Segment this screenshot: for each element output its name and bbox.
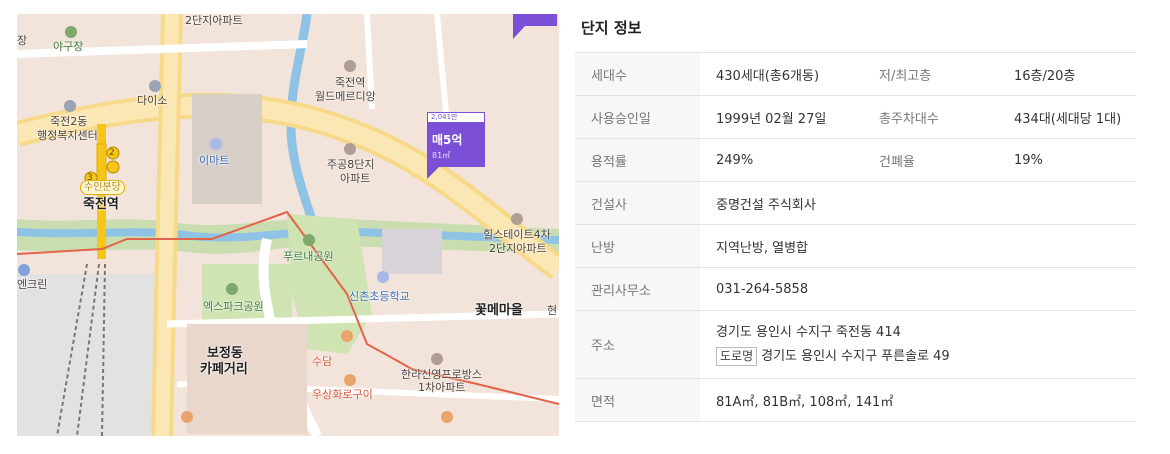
row-value-management-phone[interactable]: 031-264-5858: [700, 267, 1136, 311]
map-label-jugong8-2: 아파트: [340, 172, 371, 185]
map-label-halla-provence: 한라신영프로방스: [401, 368, 482, 381]
row-value-households: 430세대(총6개동): [700, 52, 863, 96]
map-label-hillstate-2: 2단지아파트: [489, 242, 547, 255]
map-label-baseball-field: 야구장: [53, 40, 84, 53]
map-label-jukjeon-station: 죽전역: [83, 197, 119, 212]
map-label-cafe-street: 카페거리: [200, 362, 248, 377]
map-label-expark-park: 엑스파크공원: [203, 300, 264, 313]
pin-tail: [427, 167, 439, 179]
map-label-place: 장: [17, 34, 28, 47]
table-row: 난방 지역난방, 열병합: [575, 224, 1136, 268]
map-label-halla-provence-2: 1차아파트: [418, 381, 466, 394]
complex-info-table: 세대수 430세대(총6개동) 저/최고층 16층/20층 사용승인일 1999…: [575, 52, 1136, 422]
map-label-daiso: 다이소: [137, 94, 168, 107]
listing-price-pin[interactable]: 2,041만 매5억 81㎡: [427, 112, 485, 179]
station-exit-3-label: 3: [87, 173, 93, 183]
map-label-sinchon-school: 신촌초등학교: [349, 290, 410, 303]
row-label-area: 면적: [575, 378, 700, 422]
map-label-hillstate: 힐스테이트4차: [483, 228, 551, 241]
row-value-approval-date: 1999년 02월 27일: [700, 95, 863, 139]
map-label-community-center-2: 행정복지센터: [37, 129, 98, 142]
table-row: 세대수 430세대(총6개동) 저/최고층 16층/20층: [575, 52, 1136, 96]
map-label-pureunae-park: 푸르내공원: [283, 250, 334, 263]
map-label-jugong8: 주공8단지: [327, 158, 375, 171]
row-value-heating: 지역난방, 열병합: [700, 224, 1136, 268]
map-label-usang-bbq: 우상화로구이: [312, 388, 373, 401]
row-label-heating: 난방: [575, 224, 700, 268]
row-value-floor-area-ratio: 249%: [700, 138, 863, 182]
map-label-kkotme-village: 꽃메마을: [475, 303, 523, 318]
row-label-address: 주소: [575, 310, 700, 379]
row-value-coverage-ratio: 19%: [998, 138, 1136, 182]
row-value-builder: 중명건설 주식회사: [700, 181, 1136, 225]
row-value-parking: 434대(세대당 1대): [998, 95, 1136, 139]
map-label-bojeong-dong: 보정동: [207, 346, 243, 361]
table-row: 관리사무소 031-264-5858: [575, 267, 1136, 311]
map-label-cutoff: 현: [547, 304, 558, 317]
complex-info-panel: 단지 정보 세대수 430세대(총6개동) 저/최고층 16층/20층 사용승인…: [573, 10, 1136, 434]
row-label-management-office: 관리사무소: [575, 267, 700, 311]
table-row: 용적률 249% 건폐율 19%: [575, 138, 1136, 182]
row-label-households: 세대수: [575, 52, 700, 96]
address-road-line: 도로명 경기도 용인시 수지구 푸른솔로 49: [716, 345, 1136, 369]
table-row: 면적 81A㎡, 81B㎡, 108㎡, 141㎡: [575, 378, 1136, 422]
road-name-badge: 도로명: [716, 346, 758, 366]
panel-title: 단지 정보: [581, 19, 642, 37]
row-value-floors: 16층/20층: [998, 52, 1136, 96]
map-label-community-center: 죽전2동: [50, 115, 88, 128]
row-value-area: 81A㎡, 81B㎡, 108㎡, 141㎡: [700, 378, 1136, 422]
row-label-coverage-ratio: 건폐율: [863, 138, 998, 182]
address-road: 경기도 용인시 수지구 푸른솔로 49: [761, 348, 950, 364]
map-label-apartment: 2단지아파트: [185, 14, 243, 27]
row-label-approval-date: 사용승인일: [575, 95, 700, 139]
row-label-builder: 건설사: [575, 181, 700, 225]
row-label-floor-area-ratio: 용적률: [575, 138, 700, 182]
address-jibun: 경기도 용인시 수지구 죽전동 414: [716, 324, 901, 340]
table-row: 주소 경기도 용인시 수지구 죽전동 414 도로명 경기도 용인시 수지구 푸른…: [575, 310, 1136, 379]
map-label-jukjeon-station-apt: 죽전역: [335, 76, 366, 89]
row-label-floors: 저/최고층: [863, 52, 998, 96]
map-label-sudam: 수담: [312, 355, 333, 368]
pin-deal-price: 매5억: [432, 133, 463, 147]
row-value-address: 경기도 용인시 수지구 죽전동 414 도로명 경기도 용인시 수지구 푸른솔로 …: [700, 310, 1136, 379]
map-label-world-meridian: 월드메르디앙: [315, 90, 376, 103]
map-label-emart: 이마트: [199, 154, 230, 167]
table-row: 건설사 중명건설 주식회사: [575, 181, 1136, 225]
pin-price-per-area: 2,041만: [427, 112, 485, 123]
pin-area: 81㎡: [432, 151, 451, 160]
map-label-encreen: 엔크린: [17, 278, 48, 291]
station-exit-2-label: 2: [109, 148, 115, 158]
map-view[interactable]: 2단지아파트 장 야구장 다이소 죽전2동 행정복지센터 이마트 수인분당 죽전…: [17, 14, 559, 436]
row-label-parking: 총주차대수: [863, 95, 998, 139]
table-row: 사용승인일 1999년 02월 27일 총주차대수 434대(세대당 1대): [575, 95, 1136, 139]
